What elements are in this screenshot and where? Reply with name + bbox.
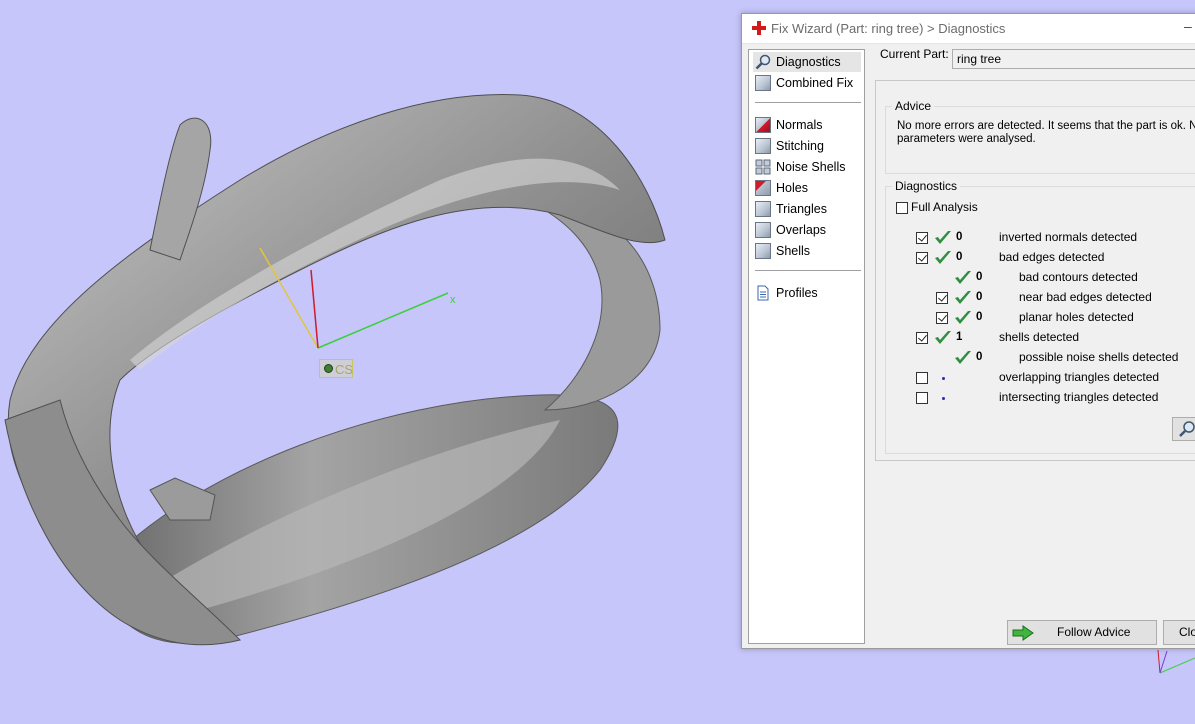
cube-icon <box>755 75 771 91</box>
diagnostic-count: 0 <box>976 351 983 363</box>
current-part-label: Current Part: <box>880 47 949 61</box>
diagnostic-count: 0 <box>976 271 983 283</box>
advice-line-2: parameters were analysed. <box>897 133 1036 145</box>
nav-item-profiles[interactable]: Profiles <box>753 283 861 303</box>
advice-text: No more errors are detected. It seems th… <box>897 120 1195 146</box>
nav-divider <box>755 102 861 103</box>
diagnostics-title: Diagnostics <box>892 179 961 193</box>
dialog-title: Fix Wizard (Part: ring tree) > Diagnosti… <box>771 21 1006 36</box>
nav-item-shells[interactable]: Shells <box>753 241 861 261</box>
diagnostic-label: possible noise shells detected <box>1019 350 1179 364</box>
advice-title: Advice <box>892 99 935 113</box>
document-icon <box>757 285 769 301</box>
nav-item-stitching[interactable]: Stitching <box>753 136 861 156</box>
nav-divider <box>755 270 861 271</box>
nav-item-holes[interactable]: Holes <box>753 178 861 198</box>
diagnostic-checkbox[interactable] <box>916 392 928 404</box>
diagnostic-count: 0 <box>976 291 983 303</box>
diagnostic-label: near bad edges detected <box>1019 290 1152 304</box>
follow-advice-button[interactable]: Follow Advice <box>1007 620 1157 645</box>
normals-cube-icon <box>755 117 771 133</box>
diagnostic-checkbox[interactable] <box>916 252 928 264</box>
minimize-button[interactable]: – <box>1184 18 1192 34</box>
mini-axis-icon <box>1157 649 1195 674</box>
green-check-icon <box>955 311 971 324</box>
diagnostic-label: bad edges detected <box>999 250 1105 264</box>
diagnostic-checkbox[interactable] <box>916 232 928 244</box>
nav-item-triangles[interactable]: Triangles <box>753 199 861 219</box>
diagnostic-label: inverted normals detected <box>999 230 1138 244</box>
origin-dot-icon <box>324 364 333 373</box>
diagnostic-checkbox[interactable] <box>936 312 948 324</box>
green-check-icon <box>935 331 951 344</box>
shells-cube-icon <box>755 243 771 259</box>
fix-wizard-dialog[interactable]: Fix Wizard (Part: ring tree) > Diagnosti… <box>741 13 1195 649</box>
magnifier-icon <box>1179 421 1195 437</box>
diagnostic-label: planar holes detected <box>1019 310 1134 324</box>
diagnostic-checkbox[interactable] <box>936 292 948 304</box>
nav-item-combined-fix[interactable]: Combined Fix <box>753 73 861 93</box>
holes-cube-icon <box>755 180 771 196</box>
nav-item-normals[interactable]: Normals <box>753 115 861 135</box>
red-cross-icon <box>752 21 766 35</box>
x-axis <box>317 292 449 349</box>
blue-dot-icon <box>942 397 945 400</box>
triangles-cube-icon <box>755 201 771 217</box>
advice-line-1: No more errors are detected. It seems th… <box>897 120 1195 132</box>
green-check-icon <box>935 251 951 264</box>
diagnostic-checkbox[interactable] <box>916 332 928 344</box>
green-check-icon <box>955 351 971 364</box>
diagnostic-label: intersecting triangles detected <box>999 390 1159 404</box>
nav-item-noise-shells[interactable]: Noise Shells <box>753 157 861 177</box>
diagnostic-label: overlapping triangles detected <box>999 370 1160 384</box>
full-analysis-checkbox[interactable] <box>896 202 908 214</box>
diagnostic-checkbox[interactable] <box>916 372 928 384</box>
nav-item-overlaps[interactable]: Overlaps <box>753 220 861 240</box>
diagnostic-count: 0 <box>976 311 983 323</box>
diagnostic-count: 1 <box>956 331 963 343</box>
diagnostic-count: 0 <box>956 231 963 243</box>
follow-advice-label: Follow Advice <box>1057 625 1131 639</box>
green-arrow-icon <box>1012 625 1034 641</box>
full-analysis-label: Full Analysis <box>911 200 978 214</box>
green-check-icon <box>955 291 971 304</box>
close-label: Clos <box>1179 625 1195 639</box>
diagnostic-count: 0 <box>956 251 963 263</box>
close-button[interactable]: Clos <box>1163 620 1195 645</box>
stitching-cube-icon <box>755 138 771 154</box>
diagnostic-label: bad contours detected <box>1019 270 1138 284</box>
noise-shells-icon <box>755 159 771 175</box>
coordinate-system-label[interactable]: CS <box>319 359 353 378</box>
svg-text:x: x <box>450 294 456 306</box>
blue-dot-icon <box>942 377 945 380</box>
magnify-button[interactable] <box>1172 417 1195 441</box>
overlaps-cube-icon <box>755 222 771 238</box>
nav-item-diagnostics[interactable]: Diagnostics <box>753 52 861 72</box>
magnifier-icon <box>755 54 771 70</box>
green-check-icon <box>935 231 951 244</box>
wizard-navigation: Diagnostics Combined Fix Normals Stitchi… <box>748 49 865 644</box>
current-part-field[interactable]: ring tree <box>952 49 1195 69</box>
dialog-titlebar[interactable]: Fix Wizard (Part: ring tree) > Diagnosti… <box>742 14 1195 44</box>
diagnostic-label: shells detected <box>999 330 1080 344</box>
green-check-icon <box>955 271 971 284</box>
